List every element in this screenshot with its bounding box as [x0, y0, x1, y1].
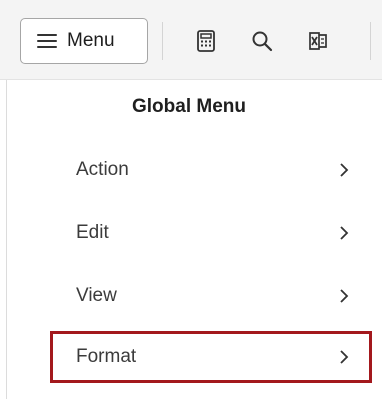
panel-left-border	[6, 80, 7, 399]
menu-item-action[interactable]: Action	[50, 146, 372, 194]
menu-button-label: Menu	[67, 30, 115, 51]
chevron-right-icon	[338, 350, 350, 364]
menu-item-label: Action	[76, 159, 129, 180]
menu-button[interactable]: Menu	[20, 18, 148, 64]
chevron-right-icon	[338, 289, 350, 303]
search-icon[interactable]	[250, 29, 274, 53]
menu-item-label: Edit	[76, 222, 109, 243]
excel-export-icon[interactable]	[306, 29, 330, 53]
toolbar-divider-right	[370, 22, 371, 60]
menu-item-label: Format	[76, 346, 137, 367]
menu-item-edit[interactable]: Edit	[50, 209, 372, 257]
calculator-icon[interactable]	[194, 29, 218, 53]
hamburger-icon	[37, 34, 57, 48]
app-root: Menu Global Menu Action Edit View Format	[0, 0, 382, 399]
chevron-right-icon	[338, 226, 350, 240]
menu-item-view[interactable]: View	[50, 272, 372, 320]
global-menu-title: Global Menu	[132, 96, 246, 117]
toolbar-divider	[162, 22, 163, 60]
menu-item-label: View	[76, 285, 117, 306]
chevron-right-icon	[338, 163, 350, 177]
menu-item-format[interactable]: Format	[50, 331, 372, 383]
toolbar: Menu	[0, 0, 382, 80]
